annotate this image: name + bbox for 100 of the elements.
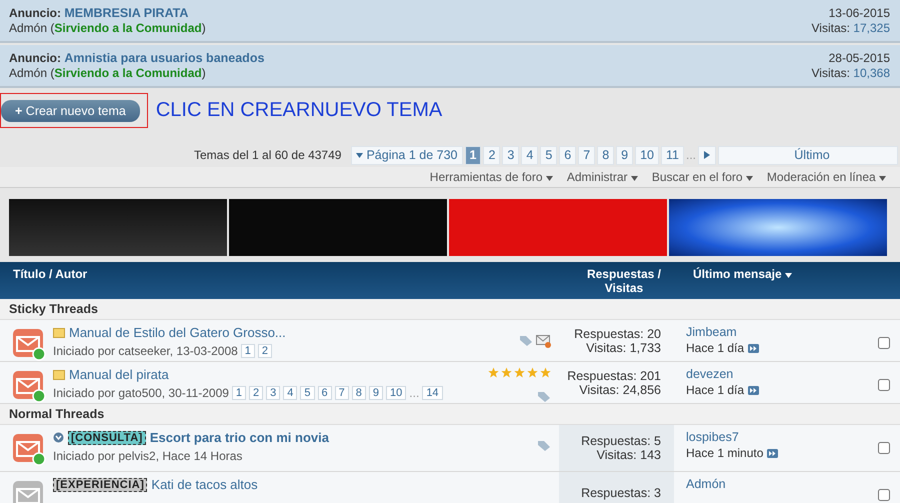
announcement-date: 13-06-2015: [828, 6, 890, 20]
page-link[interactable]: 1: [240, 344, 255, 358]
page-link[interactable]: 5: [300, 386, 315, 400]
page-link[interactable]: 10: [635, 146, 659, 164]
last-poster-link[interactable]: Admón: [686, 477, 866, 491]
section-heading: Sticky Threads: [0, 299, 900, 320]
page-link[interactable]: 7: [578, 146, 596, 164]
page-link[interactable]: 3: [502, 146, 520, 164]
thread-title-link[interactable]: Escort para trio con mi novia: [150, 430, 329, 445]
thread-title-link[interactable]: Manual de Estilo del Gatero Grosso...: [69, 325, 286, 340]
new-post-icon[interactable]: [53, 432, 64, 443]
page-link[interactable]: 5: [540, 146, 558, 164]
views-count: Visitas: 1,733: [586, 340, 661, 354]
threads-summary: Temas del 1 al 60 de 43749: [194, 148, 342, 162]
tool-menu[interactable]: Herramientas de foro: [430, 170, 553, 184]
thread-prefix-tag: [CONSULTA]: [68, 430, 146, 444]
author-role: Sirviendo a la Comunidad: [54, 21, 202, 35]
last-post-time: Hace 1 día: [686, 383, 744, 397]
paren-text: ): [202, 66, 206, 80]
page-link[interactable]: 4: [283, 386, 298, 400]
thread-prefix-tag: [EXPERIENCIA]: [53, 478, 148, 492]
page-link[interactable]: 14: [422, 386, 443, 400]
last-page-button[interactable]: Último: [718, 146, 898, 164]
page-link[interactable]: 2: [249, 386, 264, 400]
column-header[interactable]: Respuestas / Visitas: [573, 267, 675, 295]
section-heading: Normal Threads: [0, 404, 900, 425]
thread-title-link[interactable]: Kati de tacos altos: [151, 477, 258, 492]
last-post-time: Hace 1 minuto: [686, 446, 764, 460]
announcement-label: Anuncio:: [9, 51, 61, 65]
next-icon: [703, 150, 711, 160]
page-link[interactable]: 10: [386, 386, 406, 400]
go-to-post-icon[interactable]: [748, 386, 760, 394]
caret-icon: [630, 176, 638, 181]
paren-text: ): [202, 21, 206, 35]
views-count: 10,368: [853, 66, 890, 80]
caret-icon: [785, 273, 792, 278]
tool-menu[interactable]: Moderación en línea: [766, 170, 886, 184]
thread-starter: Iniciado por gato500, 30-11-2009: [53, 386, 229, 400]
caret-icon: [356, 152, 364, 158]
sticky-note-icon: [53, 328, 65, 338]
caret-icon: [546, 176, 553, 181]
thread-starter: Iniciado por pelvis2, Hace 14 Horas: [53, 449, 242, 463]
rating-star-icon: [540, 367, 551, 378]
replies-count: Respuestas: 20: [574, 326, 661, 340]
page-link[interactable]: 9: [616, 146, 634, 164]
select-checkbox[interactable]: [878, 337, 890, 349]
page-link[interactable]: 1: [232, 386, 246, 400]
page-link[interactable]: 8: [352, 386, 366, 400]
tool-menu[interactable]: Administrar: [566, 170, 638, 184]
create-topic-button[interactable]: + Crear nuevo tema: [1, 100, 140, 122]
page-link[interactable]: 4: [521, 146, 538, 164]
replies-count: Respuestas: 5: [581, 434, 661, 448]
next-page-button[interactable]: [698, 146, 716, 164]
replies-count: Respuestas: 201: [567, 368, 661, 382]
rating-star-icon: [501, 367, 512, 378]
author-role: Sirviendo a la Comunidad: [54, 66, 202, 80]
select-checkbox[interactable]: [878, 379, 890, 391]
select-checkbox[interactable]: [878, 442, 890, 454]
tag-icon: [537, 440, 551, 452]
ellipsis-text: ...: [409, 386, 420, 400]
announcement-link[interactable]: Amnistia para usuarios baneados: [64, 51, 264, 65]
page-link[interactable]: 6: [318, 386, 332, 400]
announcement-label: Anuncio:: [9, 6, 61, 20]
page-dropdown[interactable]: Página 1 de 730: [351, 146, 463, 164]
announcement-date: 28-05-2015: [828, 51, 890, 65]
go-to-post-icon[interactable]: [767, 448, 778, 458]
tool-menu[interactable]: Buscar en el foro: [652, 170, 753, 184]
page-link[interactable]: 6: [559, 146, 576, 164]
views-count: Visitas: 24,856: [579, 382, 661, 396]
page-link[interactable]: 7: [334, 386, 349, 400]
last-poster-link[interactable]: Jimbeam: [686, 325, 866, 339]
caret-icon: [746, 176, 753, 181]
ellipsis-text: ...: [686, 148, 696, 162]
last-poster-link[interactable]: devezen: [686, 367, 866, 381]
replies-count: Respuestas: 3: [581, 486, 661, 500]
tag-icon: [519, 335, 533, 347]
page-link[interactable]: 2: [483, 146, 500, 164]
rating-star-icon: [527, 367, 538, 378]
announcement-link[interactable]: MEMBRESIA PIRATA: [64, 6, 188, 20]
page-link[interactable]: 2: [258, 344, 272, 358]
go-to-post-icon[interactable]: [748, 344, 760, 352]
page-link[interactable]: 1: [464, 146, 482, 164]
select-checkbox[interactable]: [878, 489, 890, 501]
ad-banner[interactable]: [669, 199, 887, 256]
last-poster-link[interactable]: lospibes7: [686, 430, 866, 444]
rating-star-icon: [488, 367, 499, 378]
thread-title-link[interactable]: Manual del pirata: [69, 367, 169, 382]
column-header[interactable]: Último mensaje: [693, 267, 792, 281]
page-link[interactable]: 3: [266, 386, 280, 400]
rating-star-icon: [514, 367, 525, 378]
views-count: Visitas: 143: [596, 448, 661, 462]
views-count: 17,325: [853, 21, 890, 35]
caret-icon: [879, 176, 886, 181]
last-post-time: Hace 1 día: [686, 341, 744, 355]
page-link[interactable]: 8: [597, 146, 614, 164]
page-link[interactable]: 11: [661, 146, 684, 164]
views-label: Visitas:: [811, 66, 850, 80]
column-header[interactable]: Título / Autor: [0, 267, 553, 281]
annotation-text: CLIC EN CREARNUEVO TEMA: [156, 98, 442, 122]
page-link[interactable]: 9: [368, 386, 384, 400]
